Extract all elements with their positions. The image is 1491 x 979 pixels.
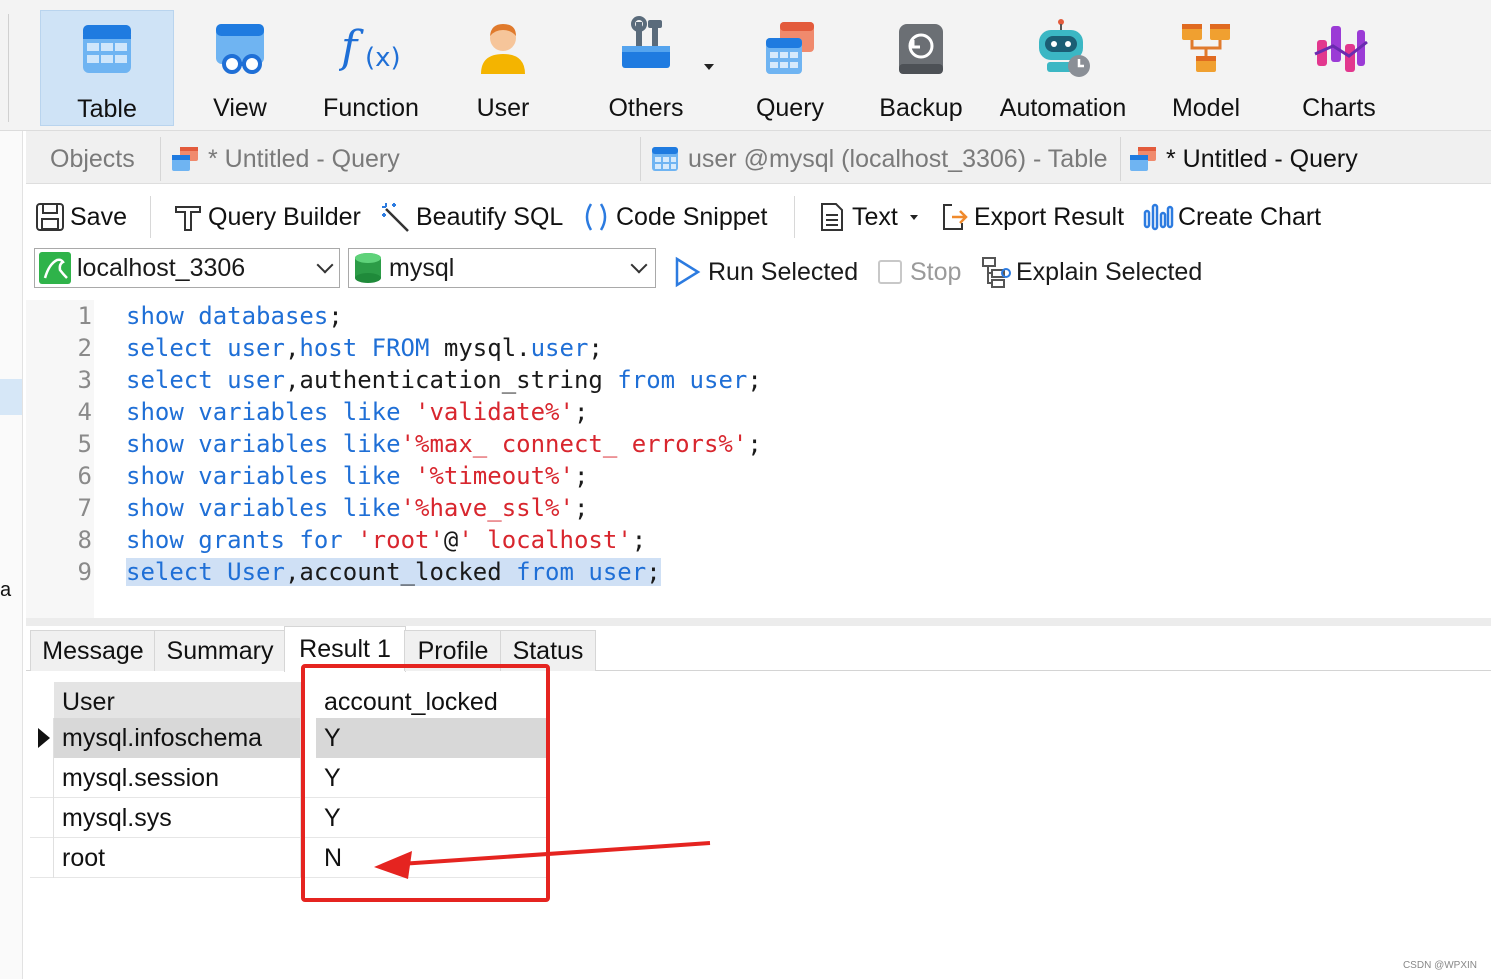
watermark-text: CSDN @WPXIN xyxy=(1402,960,1477,971)
annotation-arrow xyxy=(374,841,711,879)
